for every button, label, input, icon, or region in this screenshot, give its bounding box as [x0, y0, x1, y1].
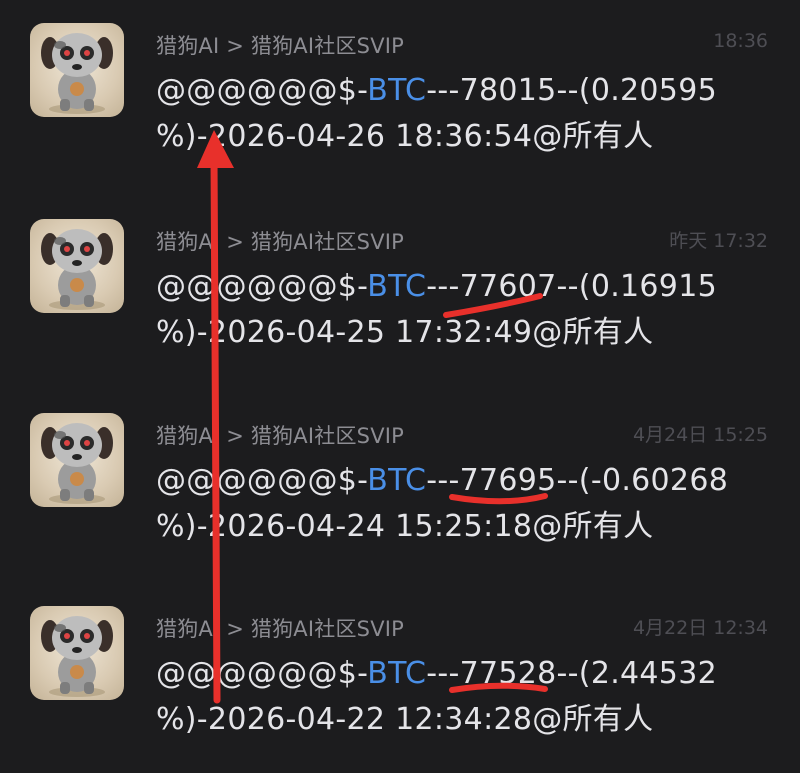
- message-body: @@@@@@$-BTC---77695--(-0.60268 %)-2026-0…: [156, 458, 728, 550]
- robot-dog-avatar-icon[interactable]: [30, 219, 124, 313]
- sender-path: 猎狗AI > 猎狗AI社区SVIP: [156, 424, 405, 448]
- message-line-2: %)-2026-04-25 17:32:49@所有人: [156, 315, 654, 350]
- price-change: ---78015--(0.20595: [426, 73, 717, 108]
- mention-prefix: @@@@@@$-: [156, 463, 368, 498]
- message-time: 昨天 17:32: [669, 230, 768, 252]
- message-item[interactable]: 猎狗AI > 猎狗AI社区SVIP 18:36 @@@@@@$-BTC---78…: [0, 0, 800, 190]
- robot-dog-avatar-icon[interactable]: [30, 606, 124, 700]
- price-change: ---77528--(2.44532: [426, 656, 717, 691]
- message-time: 18:36: [713, 30, 768, 52]
- message-item[interactable]: 猎狗AI > 猎狗AI社区SVIP 4月24日 15:25 @@@@@@$-BT…: [0, 390, 800, 580]
- ticker-link[interactable]: BTC: [367, 656, 426, 691]
- sender-path: 猎狗AI > 猎狗AI社区SVIP: [156, 230, 405, 254]
- mention-prefix: @@@@@@$-: [156, 269, 368, 304]
- sender-path: 猎狗AI > 猎狗AI社区SVIP: [156, 34, 405, 58]
- price-change: ---77607--(0.16915: [426, 269, 717, 304]
- mention-prefix: @@@@@@$-: [156, 73, 368, 108]
- ticker-link[interactable]: BTC: [367, 463, 426, 498]
- price-change: ---77695--(-0.60268: [426, 463, 729, 498]
- robot-dog-avatar-icon[interactable]: [30, 413, 124, 507]
- message-line-1: @@@@@@$-BTC---78015--(0.20595: [156, 68, 717, 114]
- message-line-2: %)-2026-04-26 18:36:54@所有人: [156, 119, 654, 154]
- message-line-2: %)-2026-04-24 15:25:18@所有人: [156, 509, 654, 544]
- message-line-1: @@@@@@$-BTC---77695--(-0.60268: [156, 458, 728, 504]
- message-line-1: @@@@@@$-BTC---77528--(2.44532: [156, 651, 717, 697]
- robot-dog-avatar-icon[interactable]: [30, 23, 124, 117]
- message-item[interactable]: 猎狗AI > 猎狗AI社区SVIP 昨天 17:32 @@@@@@$-BTC--…: [0, 196, 800, 386]
- message-line-1: @@@@@@$-BTC---77607--(0.16915: [156, 264, 717, 310]
- message-body: @@@@@@$-BTC---78015--(0.20595 %)-2026-04…: [156, 68, 717, 160]
- message-body: @@@@@@$-BTC---77528--(2.44532 %)-2026-04…: [156, 651, 717, 743]
- ticker-link[interactable]: BTC: [367, 73, 426, 108]
- message-feed: 猎狗AI > 猎狗AI社区SVIP 18:36 @@@@@@$-BTC---78…: [0, 0, 800, 755]
- mention-prefix: @@@@@@$-: [156, 656, 368, 691]
- message-item[interactable]: 猎狗AI > 猎狗AI社区SVIP 4月22日 12:34 @@@@@@$-BT…: [0, 583, 800, 773]
- message-time: 4月22日 12:34: [632, 617, 768, 639]
- message-time: 4月24日 15:25: [632, 424, 768, 446]
- sender-path: 猎狗AI > 猎狗AI社区SVIP: [156, 617, 405, 641]
- ticker-link[interactable]: BTC: [367, 269, 426, 304]
- message-line-2: %)-2026-04-22 12:34:28@所有人: [156, 702, 654, 737]
- message-body: @@@@@@$-BTC---77607--(0.16915 %)-2026-04…: [156, 264, 717, 356]
